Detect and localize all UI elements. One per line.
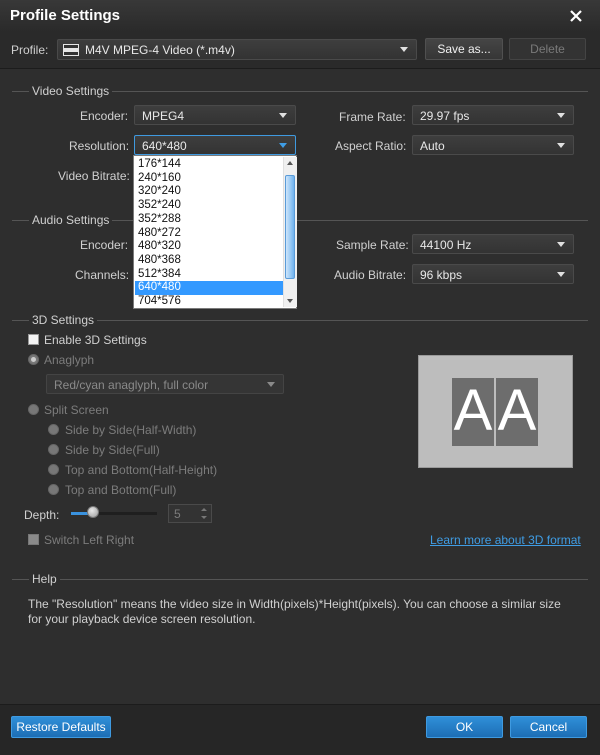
split-option-label: Side by Side(Half-Width) [65, 423, 197, 437]
resolution-value: 640*480 [142, 139, 187, 153]
title-bar: Profile Settings [0, 0, 600, 32]
depth-value: 5 [174, 507, 181, 521]
resolution-option[interactable]: 352*288 [135, 213, 283, 227]
frame-rate-value: 29.97 fps [420, 109, 470, 123]
resolution-dropdown-list[interactable]: 176*144 240*160 320*240 352*240 352*288 480*2… [133, 155, 297, 309]
sample-rate-label: Sample Rate: [336, 238, 409, 252]
resolution-option[interactable]: 480*368 [135, 254, 283, 268]
3d-settings-title: 3D Settings [29, 313, 98, 327]
video-encoder-select[interactable]: MPEG4 [134, 105, 296, 125]
channels-label: Channels: [75, 268, 130, 282]
resolution-option[interactable]: 320*240 [135, 185, 283, 199]
close-icon[interactable] [566, 6, 586, 26]
audio-bitrate-select[interactable]: 96 kbps [412, 264, 574, 284]
enable-3d-checkbox[interactable] [28, 334, 39, 345]
chevron-down-icon [557, 143, 565, 148]
window-title: Profile Settings [10, 7, 121, 24]
aspect-ratio-select[interactable]: Auto [412, 135, 574, 155]
frame-rate-label: Frame Rate: [339, 110, 406, 124]
3d-preview: A A [418, 355, 573, 468]
resolution-select[interactable]: 640*480 [134, 135, 296, 155]
split-option-radio-0[interactable] [48, 424, 59, 435]
depth-label: Depth: [24, 508, 60, 522]
switch-left-right-checkbox[interactable] [28, 534, 39, 545]
anaglyph-select[interactable]: Red/cyan anaglyph, full color [46, 374, 284, 394]
anaglyph-radio[interactable] [28, 354, 39, 365]
learn-more-3d-link[interactable]: Learn more about 3D format [430, 533, 581, 547]
audio-settings-title: Audio Settings [29, 213, 113, 227]
resolution-option[interactable]: 240*160 [135, 172, 283, 186]
profile-value: M4V MPEG-4 Video (*.m4v) [85, 43, 235, 57]
scroll-down-icon[interactable] [287, 299, 293, 303]
help-section-divider [12, 579, 588, 580]
resolution-option[interactable]: 512*384 [135, 268, 283, 282]
profile-select[interactable]: M4V MPEG-4 Video (*.m4v) [57, 39, 417, 60]
frame-rate-select[interactable]: 29.97 fps [412, 105, 574, 125]
preview-letter-right: A [496, 378, 538, 446]
split-option-radio-3[interactable] [48, 484, 59, 495]
chevron-down-icon [279, 143, 287, 148]
3d-section-divider [12, 320, 588, 321]
aspect-ratio-value: Auto [420, 139, 445, 153]
chevron-down-icon [267, 382, 275, 387]
stepper-up-icon[interactable] [201, 508, 207, 511]
dropdown-scrollbar[interactable] [283, 157, 297, 307]
footer: Restore Defaults OK Cancel [0, 704, 600, 755]
audio-bitrate-label: Audio Bitrate: [334, 268, 407, 282]
chevron-down-icon [557, 113, 565, 118]
cancel-button[interactable]: Cancel [510, 716, 587, 738]
video-bitrate-label: Video Bitrate: [58, 169, 130, 183]
sample-rate-select[interactable]: 44100 Hz [412, 234, 574, 254]
anaglyph-label: Anaglyph [44, 353, 95, 367]
delete-button[interactable]: Delete [509, 38, 586, 60]
help-title: Help [29, 572, 60, 586]
resolution-label: Resolution: [69, 139, 130, 153]
split-option-label: Top and Bottom(Half-Height) [65, 463, 218, 477]
split-option-radio-2[interactable] [48, 464, 59, 475]
split-screen-radio[interactable] [28, 404, 39, 415]
aspect-ratio-label: Aspect Ratio: [335, 139, 407, 153]
video-encoder-value: MPEG4 [142, 109, 185, 123]
scrollbar-thumb[interactable] [285, 175, 295, 279]
profile-bar: Profile: M4V MPEG-4 Video (*.m4v) Save a… [0, 32, 600, 69]
resolution-option[interactable]: 480*272 [135, 227, 283, 241]
video-settings-title: Video Settings [29, 84, 113, 98]
chevron-down-icon [557, 272, 565, 277]
ok-button[interactable]: OK [426, 716, 503, 738]
m4v-format-icon [63, 44, 79, 56]
resolution-option[interactable]: 480*320 [135, 240, 283, 254]
resolution-option[interactable]: 352*240 [135, 199, 283, 213]
profile-settings-window: Profile Settings Profile: M4V MPEG-4 Vid… [0, 0, 600, 755]
audio-encoder-label: Encoder: [80, 238, 129, 252]
split-screen-label: Split Screen [44, 403, 109, 417]
anaglyph-value: Red/cyan anaglyph, full color [54, 378, 209, 392]
audio-bitrate-value: 96 kbps [420, 268, 463, 282]
enable-3d-label: Enable 3D Settings [44, 333, 147, 347]
video-encoder-label: Encoder: [80, 109, 129, 123]
depth-slider-thumb[interactable] [86, 506, 99, 518]
chevron-down-icon [400, 47, 408, 52]
restore-defaults-button[interactable]: Restore Defaults [11, 716, 111, 738]
stepper-down-icon[interactable] [201, 516, 207, 519]
split-option-label: Side by Side(Full) [65, 443, 160, 457]
sample-rate-value: 44100 Hz [420, 238, 472, 252]
chevron-down-icon [279, 113, 287, 118]
depth-stepper[interactable]: 5 [168, 504, 212, 523]
resolution-option[interactable]: 640*480 [135, 281, 283, 295]
scroll-up-icon[interactable] [287, 161, 293, 165]
switch-left-right-label: Switch Left Right [44, 533, 135, 547]
resolution-option[interactable]: 176*144 [135, 158, 283, 172]
save-as-button[interactable]: Save as... [425, 38, 503, 60]
split-option-label: Top and Bottom(Full) [65, 483, 177, 497]
split-option-radio-1[interactable] [48, 444, 59, 455]
preview-letter-left: A [452, 378, 494, 446]
resolution-option[interactable]: 704*576 [135, 295, 283, 309]
help-text: The "Resolution" means the video size in… [28, 597, 561, 626]
chevron-down-icon [557, 242, 565, 247]
profile-label: Profile: [11, 43, 49, 57]
